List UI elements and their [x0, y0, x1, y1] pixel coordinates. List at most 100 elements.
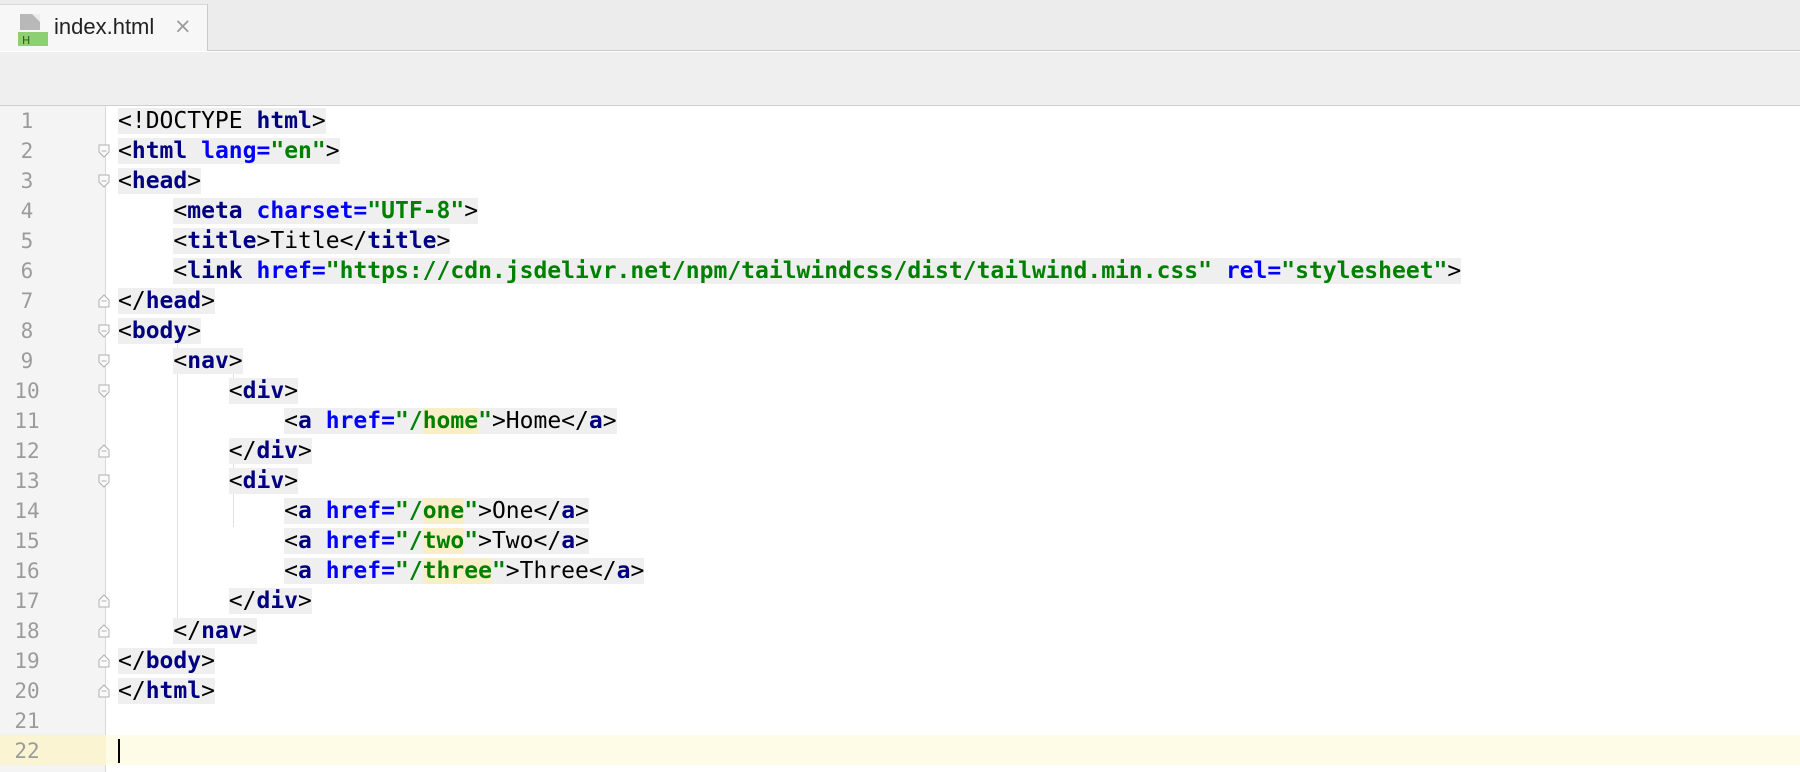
code-token: div — [242, 468, 285, 494]
code-token: nav — [187, 348, 229, 374]
line-number: 9 — [20, 349, 34, 373]
tag-highlight: <body> — [118, 318, 202, 344]
code-line[interactable]: 20 </html> — [0, 676, 1800, 706]
line-number: 22 — [14, 739, 40, 763]
code-token: a — [588, 408, 603, 434]
code-editor[interactable]: 1 <!DOCTYPE html> 2 <html lang="en"> 3 <head>… — [0, 106, 1800, 772]
text-cursor — [118, 739, 120, 763]
code-line[interactable]: 1 <!DOCTYPE html> — [0, 106, 1800, 136]
code-line[interactable]: 10 <div> — [0, 376, 1800, 406]
code-line[interactable]: 17 </div> — [0, 586, 1800, 616]
code-token: "UTF-8" — [367, 198, 465, 224]
fold-close-icon[interactable] — [98, 624, 110, 638]
code-token: > — [187, 318, 202, 344]
fold-open-icon[interactable] — [98, 354, 110, 368]
tag-highlight: </div> — [228, 438, 312, 464]
code-text: <a href="/two">Two</a> — [118, 526, 589, 556]
line-number: 21 — [14, 709, 40, 733]
code-line[interactable]: 22 — [0, 736, 1800, 766]
code-token: < — [173, 228, 188, 254]
code-token: "/ — [394, 498, 423, 524]
code-token: </ — [173, 618, 202, 644]
code-token: a — [298, 528, 326, 554]
code-token: > — [311, 108, 326, 134]
code-token: body — [145, 648, 202, 674]
tag-highlight: <title>Title</title> — [173, 228, 451, 254]
fold-close-icon[interactable] — [98, 594, 110, 608]
code-token: a — [298, 498, 326, 524]
code-token: > — [298, 588, 312, 614]
fold-open-icon[interactable] — [98, 474, 110, 488]
fold-close-icon[interactable] — [98, 684, 110, 698]
svg-text:H: H — [22, 34, 30, 46]
code-token: html — [256, 108, 312, 134]
code-text: <meta charset="UTF-8"> — [118, 196, 479, 226]
code-text: </html> — [118, 676, 215, 706]
code-token: < — [118, 138, 132, 164]
code-token: < — [228, 378, 243, 404]
code-token: div — [256, 438, 299, 464]
line-number: 16 — [14, 559, 40, 583]
code-text: <body> — [118, 316, 202, 346]
html-file-icon: H — [18, 14, 48, 46]
code-line[interactable]: 3 <head> — [0, 166, 1800, 196]
tag-highlight: <a href="/home">Home</a> — [284, 408, 617, 434]
code-token: < — [118, 318, 132, 344]
code-token: three — [422, 558, 492, 584]
code-token: link — [187, 258, 257, 284]
line-number: 12 — [14, 439, 40, 463]
code-line[interactable]: 15 <a href="/two">Two</a> — [0, 526, 1800, 556]
fold-close-icon[interactable] — [98, 294, 110, 308]
code-line[interactable]: 7 </head> — [0, 286, 1800, 316]
code-line[interactable]: 16 <a href="/three">Three</a> — [0, 556, 1800, 586]
code-line[interactable]: 21 — [0, 706, 1800, 736]
tag-highlight: <div> — [228, 378, 299, 404]
code-token: < — [173, 348, 188, 374]
code-token: >Three</ — [505, 558, 617, 584]
line-number: 19 — [14, 649, 40, 673]
close-icon[interactable]: × — [174, 14, 192, 38]
code-line[interactable]: 8 <body> — [0, 316, 1800, 346]
code-text: <title>Title</title> — [118, 226, 451, 256]
code-token: > — [575, 528, 589, 554]
fold-open-icon[interactable] — [98, 324, 110, 338]
code-token: href= — [325, 408, 395, 434]
code-text: <html lang="en"> — [118, 136, 340, 166]
code-text: </nav> — [118, 616, 257, 646]
code-token: charset= — [256, 198, 368, 224]
code-line[interactable]: 5 <title>Title</title> — [0, 226, 1800, 256]
code-token: " — [464, 528, 479, 554]
code-line[interactable]: 4 <meta charset="UTF-8"> — [0, 196, 1800, 226]
code-line[interactable]: 9 <nav> — [0, 346, 1800, 376]
code-token: > — [630, 558, 645, 584]
code-token: body — [131, 318, 188, 344]
code-line[interactable]: 6 <link href="https://cdn.jsdelivr.net/n… — [0, 256, 1800, 286]
code-line[interactable]: 12 </div> — [0, 436, 1800, 466]
code-token: </ — [118, 678, 146, 704]
code-line[interactable]: 18 </nav> — [0, 616, 1800, 646]
tab-index-html[interactable]: H index.html × — [0, 4, 208, 51]
code-token: href= — [325, 558, 395, 584]
fold-close-icon[interactable] — [98, 444, 110, 458]
tag-highlight: <meta charset="UTF-8"> — [173, 198, 479, 224]
line-number: 1 — [20, 109, 34, 133]
code-token: href= — [256, 258, 326, 284]
code-token: > — [187, 168, 202, 194]
code-token: a — [298, 558, 326, 584]
code-line[interactable]: 2 <html lang="en"> — [0, 136, 1800, 166]
code-line[interactable]: 13 <div> — [0, 466, 1800, 496]
code-token: > — [575, 498, 589, 524]
code-token: a — [561, 528, 576, 554]
code-token: > — [1447, 258, 1462, 284]
tag-highlight: </head> — [118, 288, 215, 314]
code-line[interactable]: 11 <a href="/home">Home</a> — [0, 406, 1800, 436]
fold-open-icon[interactable] — [98, 174, 110, 188]
code-token: </ — [118, 648, 146, 674]
fold-open-icon[interactable] — [98, 144, 110, 158]
code-line[interactable]: 19 </body> — [0, 646, 1800, 676]
tag-highlight: </nav> — [173, 618, 257, 644]
code-line[interactable]: 14 <a href="/one">One</a> — [0, 496, 1800, 526]
tag-highlight: <a href="/two">Two</a> — [284, 528, 589, 554]
fold-open-icon[interactable] — [98, 384, 110, 398]
fold-close-icon[interactable] — [98, 654, 110, 668]
